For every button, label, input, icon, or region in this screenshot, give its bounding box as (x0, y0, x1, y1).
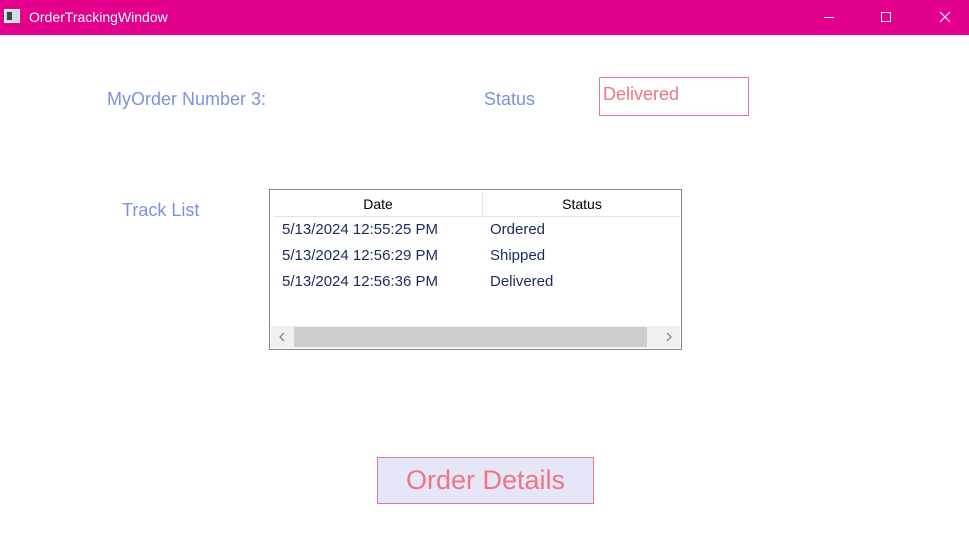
order-details-button[interactable]: Order Details (377, 457, 594, 504)
column-header-status[interactable]: Status (483, 192, 681, 216)
row-status: Delivered (490, 273, 554, 290)
chevron-left-icon (279, 332, 285, 342)
row-date: 5/13/2024 12:56:29 PM (282, 247, 438, 264)
status-value-box: Delivered (599, 77, 749, 116)
maximize-icon (881, 12, 891, 22)
close-button[interactable] (922, 0, 968, 35)
maximize-button[interactable] (863, 0, 909, 35)
window-title: OrderTrackingWindow (29, 9, 168, 25)
column-header-date[interactable]: Date (274, 192, 483, 216)
list-row[interactable]: 5/13/2024 12:55:25 PM Ordered (274, 217, 681, 243)
list-row[interactable]: 5/13/2024 12:56:29 PM Shipped (274, 243, 681, 269)
horizontal-scrollbar[interactable] (271, 326, 680, 348)
track-list-label: Track List (122, 200, 200, 220)
order-number-label: MyOrder Number 3: (107, 89, 267, 109)
chevron-right-icon (666, 332, 672, 342)
scroll-right-button[interactable] (658, 326, 680, 348)
close-icon (939, 11, 951, 23)
row-date: 5/13/2024 12:56:36 PM (282, 273, 438, 290)
app-window-icon (4, 9, 20, 23)
row-status: Ordered (490, 221, 546, 238)
row-date: 5/13/2024 12:55:25 PM (282, 221, 438, 238)
list-header: Date Status (274, 192, 681, 217)
scrollbar-thumb[interactable] (294, 327, 647, 347)
track-list-view[interactable]: Date Status 5/13/2024 12:55:25 PM Ordere… (269, 189, 682, 350)
minimize-button[interactable] (806, 0, 852, 35)
row-status: Shipped (490, 247, 546, 264)
scroll-left-button[interactable] (271, 326, 293, 348)
title-bar[interactable]: OrderTrackingWindow (0, 0, 969, 35)
status-label: Status (484, 89, 536, 109)
minimize-icon (824, 17, 834, 18)
list-row[interactable]: 5/13/2024 12:56:36 PM Delivered (274, 269, 681, 295)
